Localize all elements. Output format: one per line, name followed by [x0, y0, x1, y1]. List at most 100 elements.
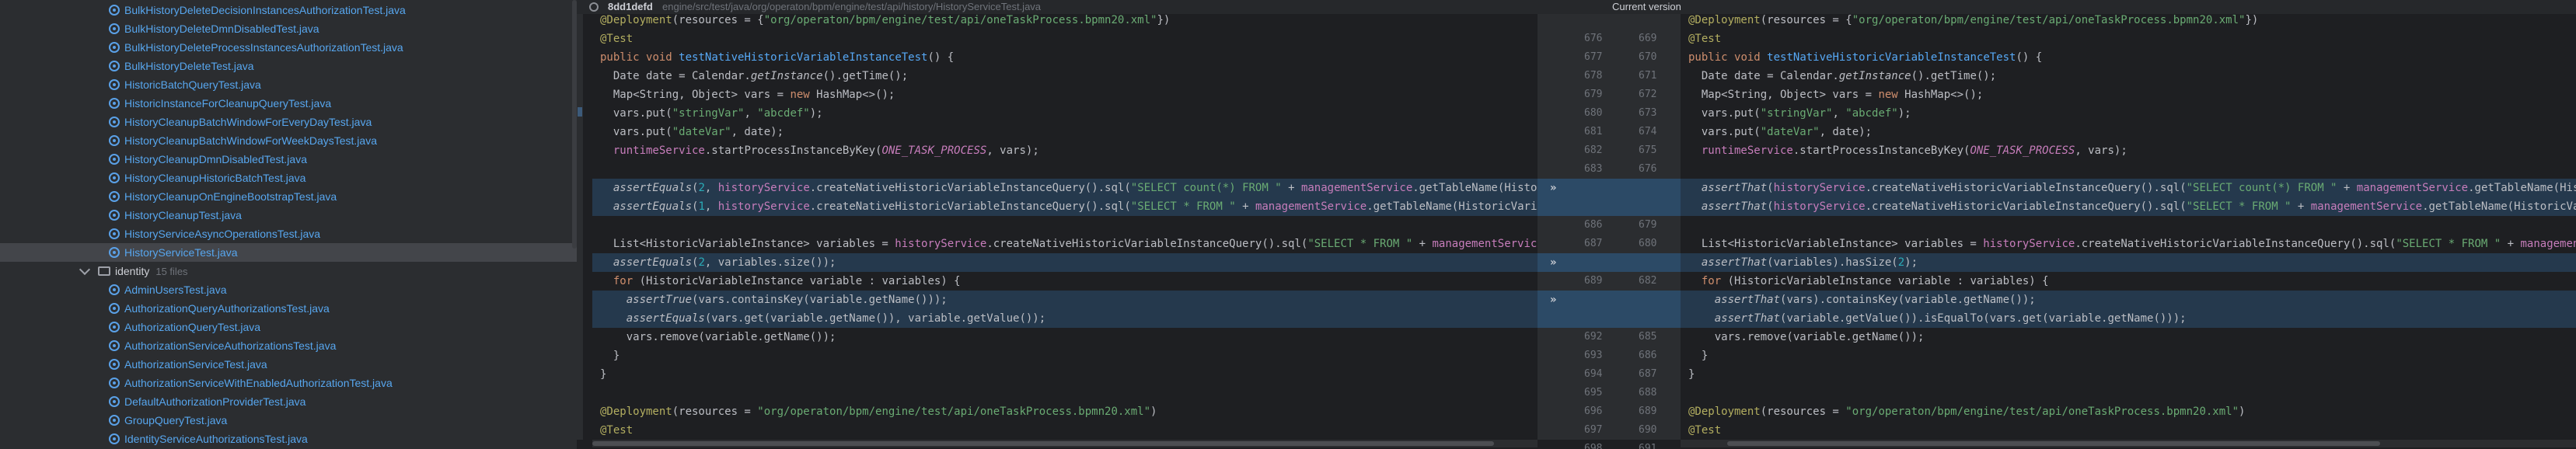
- tree-item-label: DefaultAuthorizationProviderTest.java: [124, 395, 306, 408]
- changed-code-line[interactable]: assertEquals(vars.get(variable.getName()…: [592, 309, 1538, 328]
- tree-file-row[interactable]: BulkHistoryDeleteDmnDisabledTest.java: [0, 19, 577, 38]
- apply-change-arrow-icon[interactable]: »: [1550, 291, 1556, 309]
- code-line[interactable]: public void testNativeHistoricVariableIn…: [1681, 48, 2576, 67]
- left-line-number: 697: [1584, 424, 1603, 436]
- tree-file-row[interactable]: AdminUsersTest.java: [0, 280, 577, 299]
- java-class-icon: [109, 79, 120, 90]
- code-line[interactable]: vars.remove(variable.getName());: [592, 328, 1538, 346]
- java-class-icon: [109, 210, 120, 221]
- left-line-number: 677: [1584, 51, 1603, 63]
- tree-file-row[interactable]: AuthorizationServiceAuthorizationsTest.j…: [0, 336, 577, 355]
- code-line[interactable]: @Test: [1681, 30, 2576, 48]
- tree-file-row[interactable]: IdentityServiceAuthorizationsTest.java: [0, 430, 577, 448]
- tree-item-label: HistoryCleanupTest.java: [124, 209, 242, 221]
- left-line-number: 679: [1584, 89, 1603, 100]
- changed-code-line[interactable]: assertThat(vars).containsKey(variable.ge…: [1681, 291, 2576, 309]
- code-line[interactable]: runtimeService.startProcessInstanceByKey…: [592, 141, 1538, 160]
- code-line[interactable]: runtimeService.startProcessInstanceByKey…: [1681, 141, 2576, 160]
- tree-file-row[interactable]: HistoryCleanupBatchWindowForEveryDayTest…: [0, 113, 577, 131]
- tree-file-row[interactable]: AuthorizationQueryAuthorizationsTest.jav…: [0, 299, 577, 318]
- tree-file-row[interactable]: HistoryCleanupOnEngineBootstrapTest.java: [0, 187, 577, 206]
- code-line[interactable]: [1681, 216, 2576, 235]
- apply-change-arrow-icon[interactable]: »: [1550, 253, 1556, 272]
- code-line[interactable]: public void testNativeHistoricVariableIn…: [592, 48, 1538, 67]
- code-line[interactable]: }: [592, 346, 1538, 365]
- tree-file-row[interactable]: HistoryCleanupDmnDisabledTest.java: [0, 150, 577, 169]
- code-line[interactable]: @Deployment(resources = {"org/operaton/b…: [1681, 14, 2576, 30]
- code-line[interactable]: List<HistoricVariableInstance> variables…: [592, 235, 1538, 253]
- code-line[interactable]: @Deployment(resources = "org/operaton/bp…: [1681, 402, 2576, 421]
- tree-item-label: HistoricBatchQueryTest.java: [124, 78, 261, 91]
- code-line[interactable]: @Test: [592, 30, 1538, 48]
- code-line[interactable]: vars.put("stringVar", "abcdef");: [592, 104, 1538, 123]
- code-line[interactable]: [592, 216, 1538, 235]
- left-horizontal-scrollbar[interactable]: [592, 440, 1538, 447]
- code-line[interactable]: vars.remove(variable.getName());: [1681, 328, 2576, 346]
- tree-file-row[interactable]: BulkHistoryDeleteProcessInstancesAuthori…: [0, 38, 577, 57]
- tree-file-row[interactable]: HistoryServiceTest.java: [0, 243, 577, 262]
- left-editor-pane[interactable]: @Deployment(resources = {"org/operaton/b…: [592, 14, 1538, 440]
- tree-file-row[interactable]: BulkHistoryDeleteDecisionInstancesAuthor…: [0, 1, 577, 19]
- changed-code-line[interactable]: assertThat(historyService.createNativeHi…: [1681, 197, 2576, 216]
- commit-icon: [589, 2, 599, 12]
- tree-file-row[interactable]: HistoricBatchQueryTest.java: [0, 75, 577, 94]
- code-line[interactable]: }: [592, 365, 1538, 384]
- changed-code-line[interactable]: assertThat(historyService.createNativeHi…: [1681, 179, 2576, 197]
- tree-file-row[interactable]: AuthorizationServiceWithEnabledAuthoriza…: [0, 374, 577, 392]
- right-line-number: 691: [1639, 443, 1657, 449]
- code-line[interactable]: for (HistoricVariableInstance variable :…: [1681, 272, 2576, 291]
- code-line[interactable]: Date date = Calendar.getInstance().getTi…: [1681, 67, 2576, 85]
- apply-change-arrow-icon[interactable]: »: [1550, 179, 1556, 197]
- code-line[interactable]: @Deployment(resources = {"org/operaton/b…: [592, 14, 1538, 30]
- tree-file-row[interactable]: HistoricInstanceForCleanupQueryTest.java: [0, 94, 577, 113]
- left-line-number: 680: [1584, 107, 1603, 119]
- changed-code-line[interactable]: assertEquals(1, historyService.createNat…: [592, 197, 1538, 216]
- code-line[interactable]: List<HistoricVariableInstance> variables…: [1681, 235, 2576, 253]
- left-line-number: 682: [1584, 144, 1603, 156]
- changed-code-line[interactable]: assertEquals(2, variables.size());: [592, 253, 1538, 272]
- tree-file-row[interactable]: AuthorizationServiceTest.java: [0, 355, 577, 374]
- tree-item-label: HistoryCleanupDmnDisabledTest.java: [124, 153, 307, 165]
- changed-code-line[interactable]: assertTrue(vars.containsKey(variable.get…: [592, 291, 1538, 309]
- tree-item-label: BulkHistoryDeleteTest.java: [124, 60, 254, 72]
- chevron-down-icon[interactable]: [79, 263, 91, 276]
- change-marker[interactable]: [578, 107, 582, 117]
- code-line[interactable]: vars.put("dateVar", date);: [592, 123, 1538, 141]
- java-class-icon: [109, 117, 120, 127]
- code-line[interactable]: }: [1681, 346, 2576, 365]
- java-class-icon: [109, 340, 120, 351]
- tree-file-row[interactable]: HistoryCleanupBatchWindowForWeekDaysTest…: [0, 131, 577, 150]
- code-line[interactable]: @Test: [1681, 421, 2576, 440]
- code-line[interactable]: @Deployment(resources = "org/operaton/bp…: [592, 402, 1538, 421]
- left-change-stripe: [577, 14, 583, 440]
- tree-file-row[interactable]: BulkHistoryDeleteTest.java: [0, 57, 577, 75]
- diff-header: 8dd1defd engine/src/test/java/org/operat…: [577, 0, 2576, 14]
- code-line[interactable]: vars.put("stringVar", "abcdef");: [1681, 104, 2576, 123]
- tree-file-row[interactable]: GroupQueryTest.java: [0, 411, 577, 430]
- right-horizontal-scrollbar[interactable]: [1681, 440, 2576, 447]
- tree-file-row[interactable]: HistoryServiceAsyncOperationsTest.java: [0, 224, 577, 243]
- tree-package-row[interactable]: identity 15 files: [0, 262, 577, 280]
- code-line[interactable]: @Test: [592, 421, 1538, 440]
- code-line[interactable]: Map<String, Object> vars = new HashMap<>…: [592, 85, 1538, 104]
- code-line[interactable]: [1681, 384, 2576, 402]
- code-line[interactable]: [592, 384, 1538, 402]
- code-line[interactable]: Map<String, Object> vars = new HashMap<>…: [1681, 85, 2576, 104]
- code-line[interactable]: [1681, 160, 2576, 179]
- code-line[interactable]: vars.put("dateVar", date);: [1681, 123, 2576, 141]
- java-class-icon: [109, 23, 120, 34]
- tree-file-row[interactable]: DefaultAuthorizationProviderTest.java: [0, 392, 577, 411]
- tree-file-row[interactable]: AuthorizationQueryTest.java: [0, 318, 577, 336]
- changed-code-line[interactable]: assertEquals(2, historyService.createNat…: [592, 179, 1538, 197]
- changed-code-line[interactable]: assertThat(variables).hasSize(2);: [1681, 253, 2576, 272]
- java-class-icon: [109, 396, 120, 407]
- right-line-number: 685: [1639, 331, 1657, 343]
- right-editor-pane[interactable]: @Deployment(resources = {"org/operaton/b…: [1681, 14, 2576, 440]
- code-line[interactable]: Date date = Calendar.getInstance().getTi…: [592, 67, 1538, 85]
- tree-file-row[interactable]: HistoryCleanupTest.java: [0, 206, 577, 224]
- code-line[interactable]: }: [1681, 365, 2576, 384]
- changed-code-line[interactable]: assertThat(variable.getValue()).isEqualT…: [1681, 309, 2576, 328]
- code-line[interactable]: [592, 160, 1538, 179]
- tree-file-row[interactable]: HistoryCleanupHistoricBatchTest.java: [0, 169, 577, 187]
- code-line[interactable]: for (HistoricVariableInstance variable :…: [592, 272, 1538, 291]
